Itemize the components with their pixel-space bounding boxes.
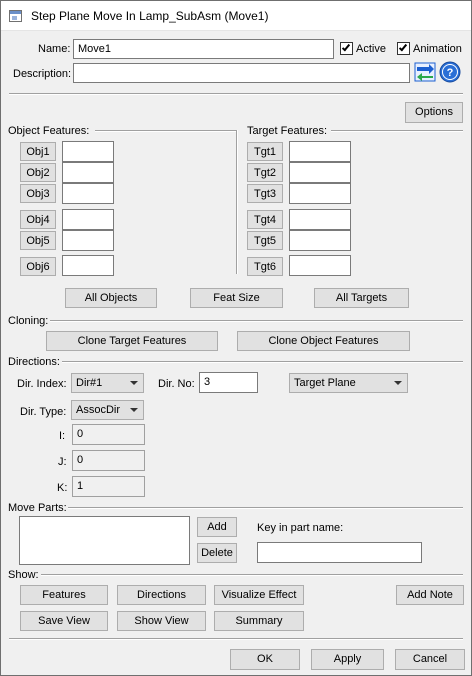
obj3-button[interactable]: Obj3 bbox=[20, 184, 56, 203]
tgt3-field[interactable] bbox=[289, 183, 351, 204]
dir-no-field[interactable]: 3 bbox=[199, 372, 258, 393]
features-button[interactable]: Features bbox=[20, 585, 108, 605]
tgt6-field[interactable] bbox=[289, 255, 351, 276]
separator bbox=[9, 638, 463, 640]
object-features-heading: Object Features: bbox=[8, 125, 90, 137]
clone-object-features-button[interactable]: Clone Object Features bbox=[237, 331, 410, 351]
cancel-button[interactable]: Cancel bbox=[395, 649, 465, 670]
name-label: Name: bbox=[38, 43, 71, 55]
obj4-button[interactable]: Obj4 bbox=[20, 210, 56, 229]
show-heading: Show: bbox=[8, 569, 39, 581]
plane-value: Target Plane bbox=[294, 377, 356, 389]
clone-target-features-button[interactable]: Clone Target Features bbox=[46, 331, 218, 351]
tgt6-button[interactable]: Tgt6 bbox=[247, 257, 283, 276]
tgt4-field[interactable] bbox=[289, 209, 351, 230]
save-view-button[interactable]: Save View bbox=[20, 611, 108, 631]
tgt5-field[interactable] bbox=[289, 230, 351, 251]
name-field[interactable]: Move1 bbox=[73, 39, 334, 59]
summary-button[interactable]: Summary bbox=[214, 611, 304, 631]
separator bbox=[62, 361, 463, 363]
dialog-window: Step Plane Move In Lamp_SubAsm (Move1) N… bbox=[0, 0, 472, 676]
svg-text:?: ? bbox=[447, 67, 454, 79]
apply-button[interactable]: Apply bbox=[311, 649, 384, 670]
delete-part-button[interactable]: Delete bbox=[197, 543, 237, 563]
show-view-button[interactable]: Show View bbox=[117, 611, 206, 631]
title-bar: Step Plane Move In Lamp_SubAsm (Move1) bbox=[1, 1, 471, 31]
j-label: J: bbox=[58, 456, 67, 468]
dir-index-value: Dir#1 bbox=[76, 377, 103, 389]
options-button[interactable]: Options bbox=[405, 102, 463, 123]
dir-index-select[interactable]: Dir#1 bbox=[71, 373, 144, 393]
tgt1-field[interactable] bbox=[289, 141, 351, 162]
cloning-heading: Cloning: bbox=[8, 315, 49, 327]
chevron-down-icon bbox=[394, 381, 402, 385]
active-label: Active bbox=[356, 43, 386, 55]
description-field[interactable] bbox=[73, 63, 410, 83]
separator bbox=[41, 574, 463, 576]
tgt2-field[interactable] bbox=[289, 162, 351, 183]
move-parts-list[interactable] bbox=[19, 516, 190, 565]
all-targets-button[interactable]: All Targets bbox=[314, 288, 409, 308]
obj5-button[interactable]: Obj5 bbox=[20, 231, 56, 250]
active-checkbox[interactable] bbox=[340, 42, 353, 55]
window-title: Step Plane Move In Lamp_SubAsm (Move1) bbox=[31, 9, 269, 23]
animation-label: Animation bbox=[413, 43, 462, 55]
chevron-down-icon bbox=[130, 408, 138, 412]
obj6-field[interactable] bbox=[62, 255, 114, 276]
obj5-field[interactable] bbox=[62, 230, 114, 251]
description-label: Description: bbox=[13, 68, 72, 80]
separator bbox=[68, 507, 463, 509]
window-icon bbox=[9, 10, 22, 22]
part-name-field[interactable] bbox=[257, 542, 422, 563]
target-features-heading: Target Features: bbox=[247, 125, 328, 137]
help-icon[interactable]: ? bbox=[439, 61, 461, 83]
chevron-down-icon bbox=[130, 381, 138, 385]
obj3-field[interactable] bbox=[62, 183, 114, 204]
checkmark-icon bbox=[341, 42, 351, 52]
ok-button[interactable]: OK bbox=[230, 649, 300, 670]
i-field: 0 bbox=[72, 424, 145, 445]
tgt5-button[interactable]: Tgt5 bbox=[247, 231, 283, 250]
i-label: I: bbox=[59, 430, 66, 442]
checkmark-icon bbox=[398, 42, 408, 52]
feat-size-button[interactable]: Feat Size bbox=[190, 288, 283, 308]
visualize-effect-button[interactable]: Visualize Effect bbox=[214, 585, 304, 605]
add-part-button[interactable]: Add bbox=[197, 517, 237, 537]
plane-select[interactable]: Target Plane bbox=[289, 373, 408, 393]
all-objects-button[interactable]: All Objects bbox=[65, 288, 157, 308]
k-label: K: bbox=[57, 482, 68, 494]
separator bbox=[9, 93, 463, 95]
key-in-part-name-label: Key in part name: bbox=[257, 522, 344, 534]
tgt1-button[interactable]: Tgt1 bbox=[247, 142, 283, 161]
dir-index-label: Dir. Index: bbox=[17, 378, 67, 390]
dir-no-label: Dir. No: bbox=[158, 378, 195, 390]
move-parts-heading: Move Parts: bbox=[8, 502, 67, 514]
tgt4-button[interactable]: Tgt4 bbox=[247, 210, 283, 229]
obj4-field[interactable] bbox=[62, 209, 114, 230]
directions-button[interactable]: Directions bbox=[117, 585, 206, 605]
dir-type-select[interactable]: AssocDir bbox=[71, 400, 144, 420]
tgt3-button[interactable]: Tgt3 bbox=[247, 184, 283, 203]
separator bbox=[95, 130, 236, 132]
animation-checkbox[interactable] bbox=[397, 42, 410, 55]
tgt2-button[interactable]: Tgt2 bbox=[247, 163, 283, 182]
k-field: 1 bbox=[72, 476, 145, 497]
obj1-field[interactable] bbox=[62, 141, 114, 162]
separator bbox=[331, 130, 463, 132]
obj2-field[interactable] bbox=[62, 162, 114, 183]
add-note-button[interactable]: Add Note bbox=[396, 585, 464, 605]
obj1-button[interactable]: Obj1 bbox=[20, 142, 56, 161]
dir-type-label: Dir. Type: bbox=[20, 406, 67, 418]
j-field: 0 bbox=[72, 450, 145, 471]
separator bbox=[50, 320, 463, 322]
swap-direction-icon[interactable] bbox=[414, 61, 436, 83]
separator-vertical bbox=[236, 130, 238, 274]
obj2-button[interactable]: Obj2 bbox=[20, 163, 56, 182]
obj6-button[interactable]: Obj6 bbox=[20, 257, 56, 276]
dir-type-value: AssocDir bbox=[76, 404, 121, 416]
directions-heading: Directions: bbox=[8, 356, 60, 368]
